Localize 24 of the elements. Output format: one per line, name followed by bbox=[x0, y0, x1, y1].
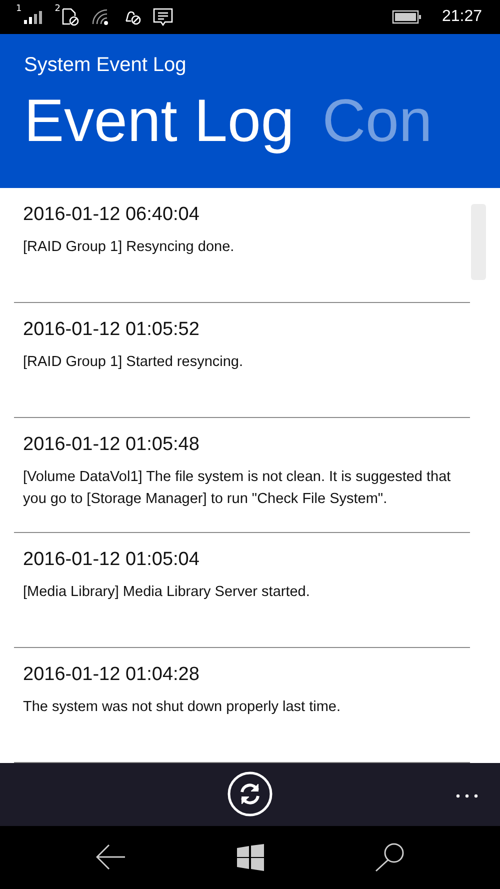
app-title: System Event Log bbox=[24, 54, 186, 77]
event-time: 2016-01-12 01:04:28 bbox=[23, 664, 200, 686]
clock-time: 21:27 bbox=[442, 8, 482, 26]
back-icon[interactable] bbox=[96, 844, 126, 870]
signal-icon bbox=[22, 8, 43, 25]
refresh-button[interactable] bbox=[227, 771, 273, 818]
event-message: [Volume DataVol1] The file system is not clean. It is suggested that you go to [Storage Manager] to run "Check File System". bbox=[23, 468, 452, 509]
battery-icon bbox=[392, 10, 422, 24]
event-time: 2016-01-12 06:40:04 bbox=[23, 204, 200, 226]
sim-number: 1 bbox=[16, 4, 22, 14]
event-time: 2016-01-12 01:05:48 bbox=[23, 434, 200, 456]
search-icon[interactable] bbox=[374, 842, 404, 872]
sim-number: 2 bbox=[54, 4, 60, 14]
no-sim-icon bbox=[61, 8, 80, 26]
more-icon[interactable] bbox=[456, 794, 478, 798]
event-message: [Media Library] Media Library Server started. bbox=[23, 582, 311, 602]
event-message: The system was not shut down properly last time. bbox=[23, 698, 342, 717]
message-icon bbox=[153, 6, 174, 27]
event-message: [RAID Group 1] Started resyncing. bbox=[23, 352, 244, 372]
pivot-tab[interactable]: Event Log bbox=[24, 84, 294, 157]
event-time: 2016-01-12 01:05:04 bbox=[23, 548, 200, 571]
windows-icon[interactable] bbox=[236, 844, 264, 871]
event-message: [RAID Group 1] Resyncing done. bbox=[23, 238, 236, 257]
event-time: 2016-01-12 01:05:52 bbox=[23, 318, 200, 341]
